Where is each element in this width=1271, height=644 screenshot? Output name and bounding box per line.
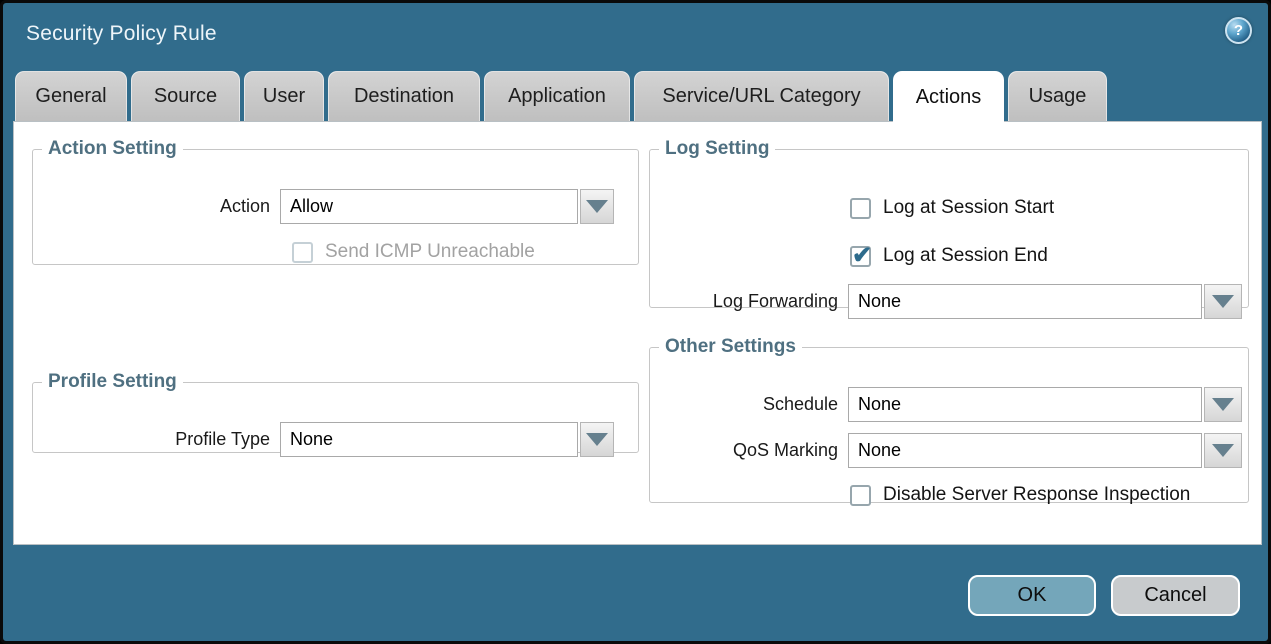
disable-sri-row: Disable Server Response Inspection <box>850 484 1190 506</box>
action-setting-group: Action Setting Action Allow Send ICMP Un… <box>32 138 639 265</box>
ok-button[interactable]: OK <box>968 575 1096 616</box>
help-icon[interactable]: ? <box>1225 17 1252 44</box>
action-dropdown-value[interactable]: Allow <box>280 189 578 224</box>
other-settings-legend: Other Settings <box>659 336 802 358</box>
tab-destination[interactable]: Destination <box>328 71 480 121</box>
log-forwarding-dropdown-value[interactable]: None <box>848 284 1202 319</box>
profile-type-label: Profile Type <box>33 429 280 450</box>
chevron-down-icon <box>586 433 608 446</box>
send-icmp-unreachable-checkbox[interactable] <box>292 242 313 263</box>
log-forwarding-row: Log Forwarding None <box>650 284 1242 319</box>
action-dropdown[interactable]: Allow <box>280 189 614 224</box>
schedule-dropdown[interactable]: None <box>848 387 1242 422</box>
log-setting-legend: Log Setting <box>659 138 775 160</box>
tab-actions[interactable]: Actions <box>893 71 1004 123</box>
chevron-down-icon <box>586 200 608 213</box>
send-icmp-row: Send ICMP Unreachable <box>292 241 535 263</box>
profile-type-dropdown[interactable]: None <box>280 422 614 457</box>
disable-server-response-inspection-checkbox[interactable] <box>850 485 871 506</box>
profile-type-dropdown-button[interactable] <box>580 422 614 457</box>
schedule-dropdown-button[interactable] <box>1204 387 1242 422</box>
other-settings-group: Other Settings Schedule None QoS Marking… <box>649 336 1249 503</box>
log-forwarding-dropdown-button[interactable] <box>1204 284 1242 319</box>
send-icmp-unreachable-label: Send ICMP Unreachable <box>325 241 535 263</box>
security-policy-rule-dialog: Security Policy Rule ? General Source Us… <box>0 0 1271 644</box>
chevron-down-icon <box>1212 444 1234 457</box>
action-dropdown-button[interactable] <box>580 189 614 224</box>
action-label: Action <box>33 196 280 217</box>
schedule-row: Schedule None <box>650 387 1242 422</box>
qos-marking-dropdown[interactable]: None <box>848 433 1242 468</box>
tab-service-url-category[interactable]: Service/URL Category <box>634 71 889 121</box>
log-session-start-row: Log at Session Start <box>850 197 1054 219</box>
qos-marking-label: QoS Marking <box>650 440 848 461</box>
tab-bar: General Source User Destination Applicat… <box>15 71 1107 121</box>
profile-type-dropdown-value[interactable]: None <box>280 422 578 457</box>
actions-tab-panel: Action Setting Action Allow Send ICMP Un… <box>13 121 1262 545</box>
qos-marking-dropdown-button[interactable] <box>1204 433 1242 468</box>
qos-marking-row: QoS Marking None <box>650 433 1242 468</box>
tab-user[interactable]: User <box>244 71 324 121</box>
tab-application[interactable]: Application <box>484 71 630 121</box>
cancel-button[interactable]: Cancel <box>1111 575 1240 616</box>
log-session-end-row: Log at Session End <box>850 245 1048 267</box>
log-at-session-end-checkbox[interactable] <box>850 246 871 267</box>
log-at-session-start-checkbox[interactable] <box>850 198 871 219</box>
qos-marking-dropdown-value[interactable]: None <box>848 433 1202 468</box>
disable-server-response-inspection-label: Disable Server Response Inspection <box>883 484 1190 506</box>
schedule-dropdown-value[interactable]: None <box>848 387 1202 422</box>
log-forwarding-dropdown[interactable]: None <box>848 284 1242 319</box>
action-row: Action Allow <box>33 189 614 224</box>
profile-type-row: Profile Type None <box>33 422 614 457</box>
dialog-title: Security Policy Rule <box>26 22 217 46</box>
chevron-down-icon <box>1212 295 1234 308</box>
tab-source[interactable]: Source <box>131 71 240 121</box>
tab-general[interactable]: General <box>15 71 127 121</box>
schedule-label: Schedule <box>650 394 848 415</box>
log-at-session-end-label: Log at Session End <box>883 245 1048 267</box>
tab-usage[interactable]: Usage <box>1008 71 1107 121</box>
chevron-down-icon <box>1212 398 1234 411</box>
log-setting-group: Log Setting Log at Session Start Log at … <box>649 138 1249 308</box>
action-setting-legend: Action Setting <box>42 138 183 160</box>
profile-setting-legend: Profile Setting <box>42 371 183 393</box>
profile-setting-group: Profile Setting Profile Type None <box>32 371 639 453</box>
log-at-session-start-label: Log at Session Start <box>883 197 1054 219</box>
title-bar: Security Policy Rule ? <box>3 3 1268 68</box>
log-forwarding-label: Log Forwarding <box>650 291 848 312</box>
